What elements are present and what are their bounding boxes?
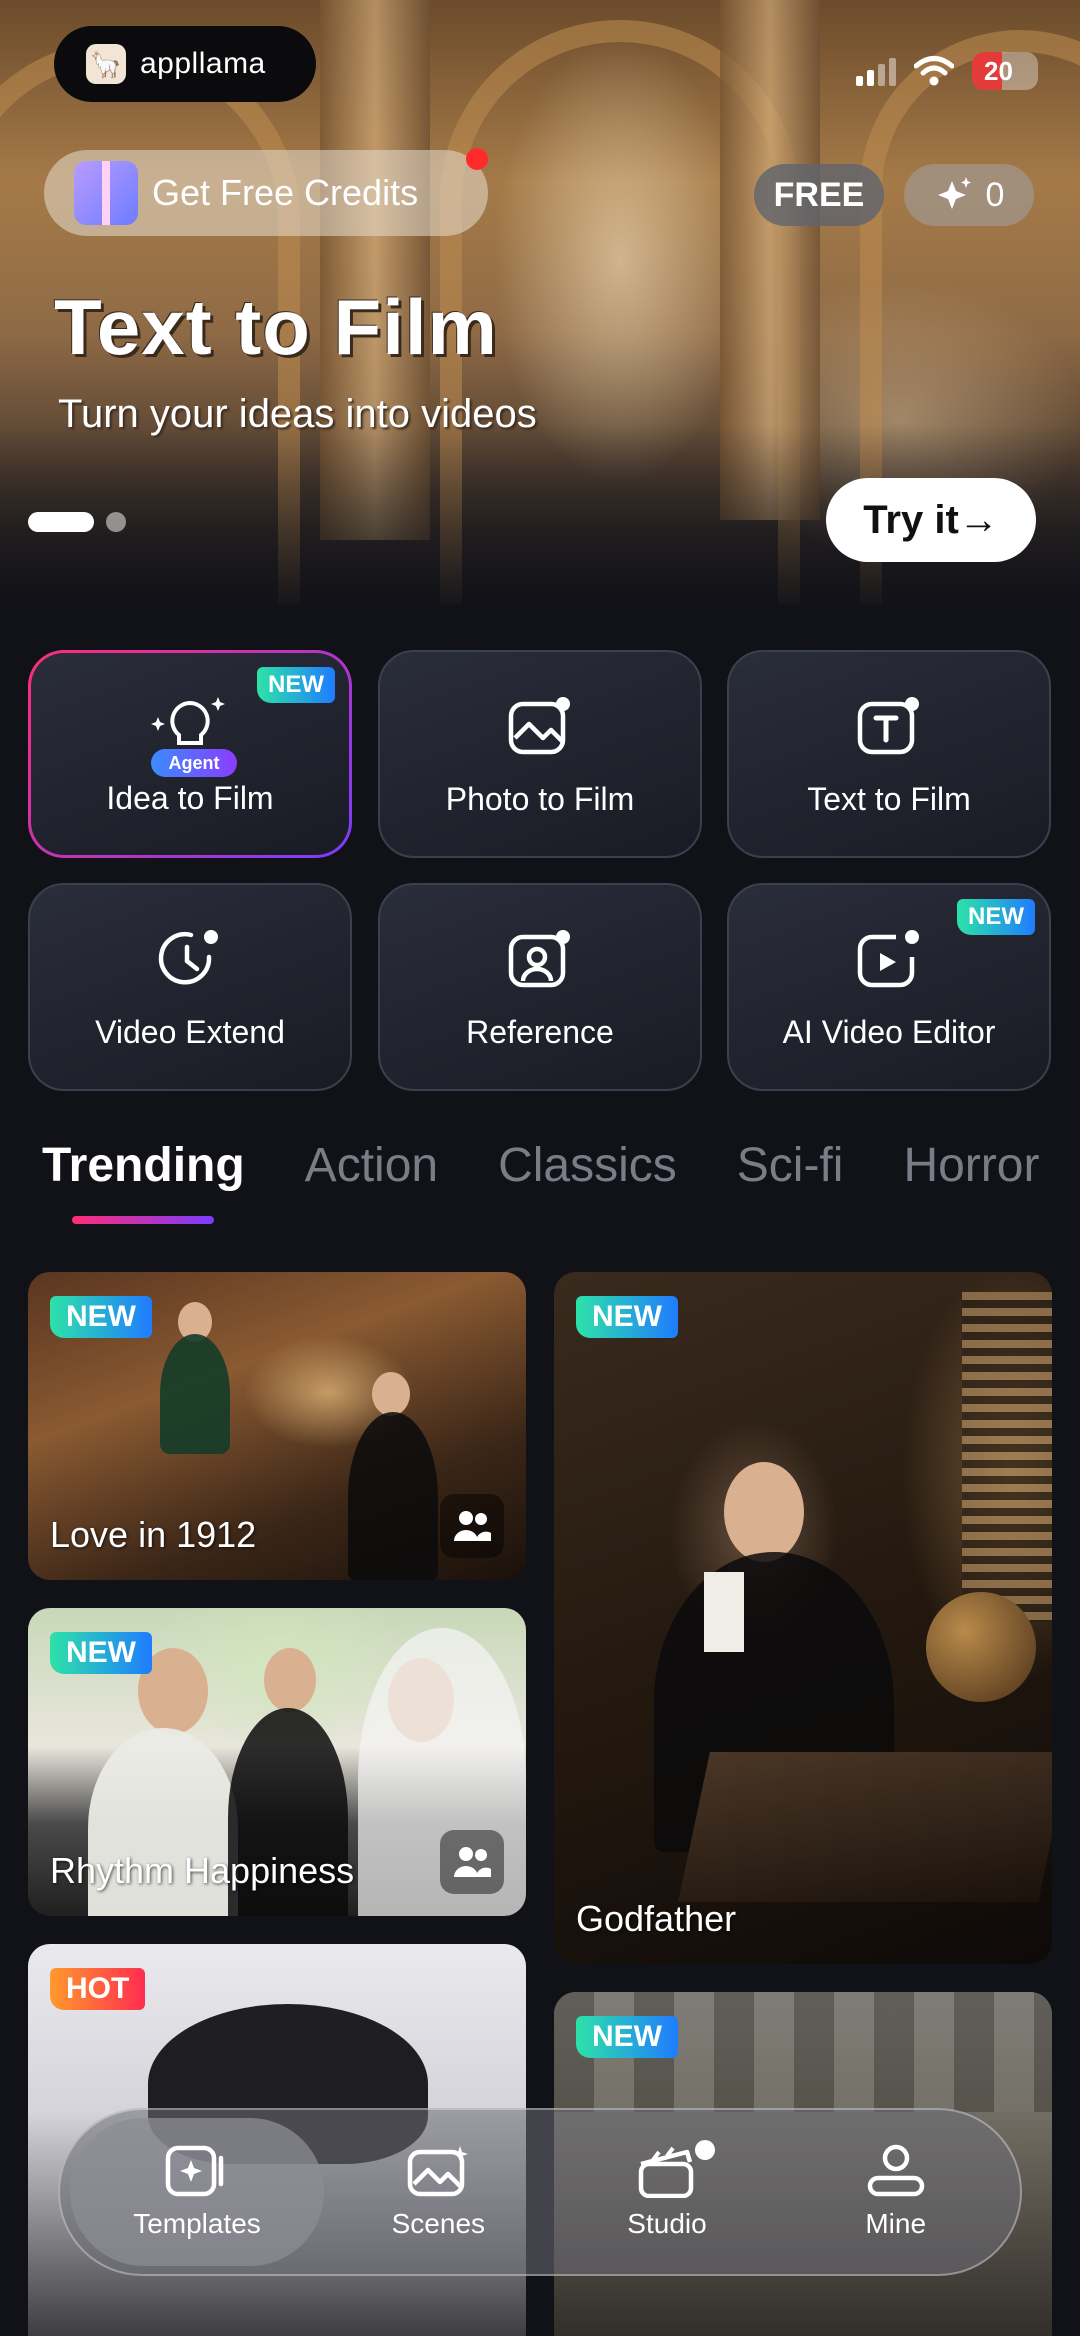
carousel-dot-active (28, 512, 94, 532)
tab-classics[interactable]: Classics (498, 1138, 677, 1193)
card-title: Godfather (576, 1898, 737, 1939)
free-badge[interactable]: FREE (754, 164, 884, 226)
wifi-icon (914, 56, 954, 86)
feature-label: Reference (466, 1014, 614, 1050)
notification-dot (466, 148, 488, 170)
text-icon (857, 697, 919, 755)
nav-label: Scenes (391, 2208, 486, 2239)
people-icon (440, 1494, 504, 1558)
category-tabs: Trending Action Classics Sci-fi Horror (42, 1138, 1039, 1193)
hero-subtitle: Turn your ideas into videos (58, 392, 537, 436)
battery-level: 20 (984, 55, 1013, 86)
clock-icon (158, 930, 218, 985)
figure-head (372, 1372, 410, 1416)
play-edit-icon (857, 930, 919, 988)
get-free-credits-button[interactable]: Get Free Credits (44, 150, 488, 236)
new-badge: NEW (576, 2016, 678, 2058)
nav-label: Mine (865, 2208, 927, 2239)
battery-indicator: 20 (972, 52, 1038, 90)
figure-silhouette (160, 1334, 230, 1454)
sparkle-icon (937, 177, 971, 209)
tab-horror[interactable]: Horror (903, 1138, 1039, 1193)
carousel-dot (106, 512, 126, 532)
feature-ai-video-editor[interactable]: NEW AI Video Editor (727, 883, 1051, 1091)
llama-logo-icon: 🦙 (86, 44, 126, 84)
new-badge: NEW (50, 1632, 152, 1674)
hero-title: Text to Film (54, 283, 498, 371)
tab-trending[interactable]: Trending (42, 1138, 245, 1193)
user-icon (867, 2144, 924, 2197)
feature-label: AI Video Editor (782, 1014, 996, 1050)
spark-count: 0 (985, 175, 1005, 214)
nav-mine[interactable]: Mine (781, 2118, 1010, 2266)
hero-banner[interactable]: 🦙 appllama 20 Get Free Credits FREE 0 Te… (0, 0, 1080, 605)
nav-label: Studio (627, 2208, 707, 2239)
person-icon (508, 930, 570, 988)
new-badge: NEW (257, 667, 335, 703)
signal-icon (856, 56, 896, 86)
figure-silhouette (348, 1412, 438, 1580)
templates-icon (165, 2145, 224, 2197)
card-title: Love in 1912 (50, 1514, 257, 1555)
brand-pill: 🦙 appllama (54, 26, 316, 102)
gift-icon (74, 161, 138, 225)
active-tab-indicator (72, 1216, 214, 1224)
studio-icon (638, 2146, 694, 2198)
feature-video-extend[interactable]: Video Extend (28, 883, 352, 1091)
notification-dot (695, 2140, 716, 2160)
people-icon (440, 1830, 504, 1894)
brand-name: appllama (140, 47, 266, 80)
nav-templates[interactable]: Templates (70, 2118, 324, 2266)
try-it-button[interactable]: Try it→ (826, 478, 1036, 562)
figure-head (724, 1462, 804, 1562)
template-card-rhythm-happiness[interactable]: NEW Rhythm Happiness (28, 1608, 526, 1916)
desk (678, 1752, 1052, 1902)
scenes-icon (408, 2146, 469, 2197)
card-title: Rhythm Happiness (50, 1850, 355, 1891)
window-blinds (962, 1292, 1052, 1622)
template-card-godfather[interactable]: NEW Godfather (554, 1272, 1052, 1964)
agent-badge: Agent (151, 749, 237, 777)
feature-reference[interactable]: Reference (378, 883, 702, 1091)
nav-studio[interactable]: Studio (553, 2118, 782, 2266)
feature-label: Video Extend (95, 1014, 285, 1050)
bottom-navigation: Templates Scenes Studio Mine (58, 2108, 1022, 2276)
new-badge: NEW (576, 1296, 678, 1338)
shirt (704, 1572, 744, 1652)
hot-badge: HOT (50, 1968, 146, 2010)
new-badge: NEW (50, 1296, 152, 1338)
credits-label: Get Free Credits (152, 172, 419, 213)
photo-icon (508, 697, 570, 755)
feature-photo-to-film[interactable]: Photo to Film (378, 650, 702, 858)
feature-idea-to-film[interactable]: NEW Agent Idea to Film (28, 650, 352, 858)
nav-scenes[interactable]: Scenes (324, 2118, 553, 2266)
feature-label: Photo to Film (445, 781, 635, 817)
tab-sci-fi[interactable]: Sci-fi (737, 1138, 844, 1193)
nav-label: Templates (133, 2208, 261, 2239)
template-card-love-in-1912[interactable]: NEW Love in 1912 (28, 1272, 526, 1580)
status-bar: 20 (856, 52, 1038, 90)
figure-head (264, 1648, 316, 1712)
feature-label: Idea to Film (106, 780, 274, 816)
spark-balance-button[interactable]: 0 (904, 164, 1034, 226)
globe (926, 1592, 1036, 1702)
carousel-indicator (28, 512, 126, 532)
feature-label: Text to Film (807, 781, 971, 817)
tab-action[interactable]: Action (305, 1138, 438, 1193)
feature-text-to-film[interactable]: Text to Film (727, 650, 1051, 858)
new-badge: NEW (957, 899, 1035, 935)
